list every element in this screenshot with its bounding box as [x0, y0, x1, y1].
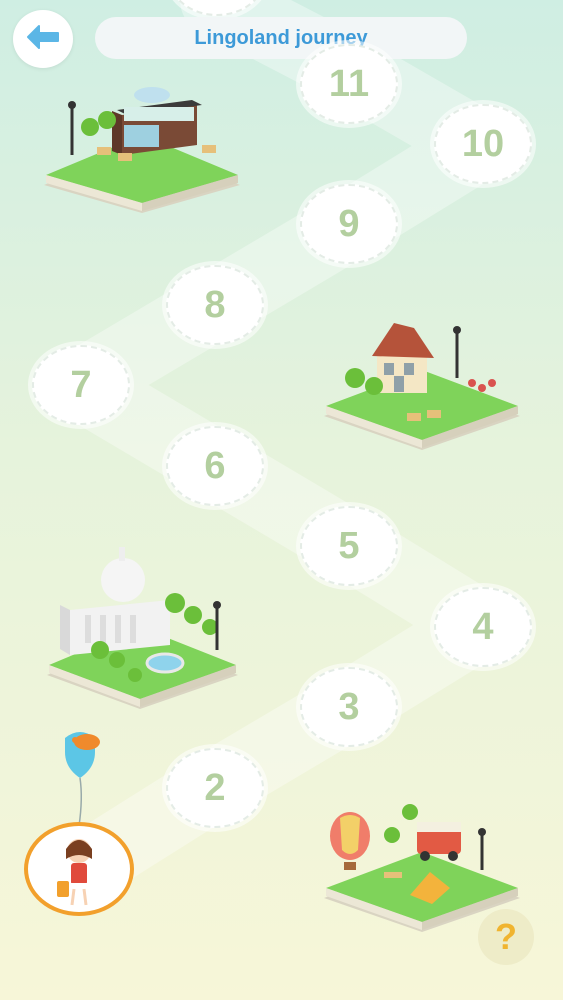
level-number: 7 [70, 363, 92, 406]
balloon-icon [65, 732, 100, 827]
traveler-girl-icon [57, 839, 92, 906]
level-number: 4 [472, 605, 494, 648]
page-title: Lingoland journey [95, 17, 467, 59]
level-5[interactable]: 5 [300, 506, 398, 586]
back-button[interactable] [13, 10, 73, 68]
level-number: 6 [204, 444, 226, 487]
capitol-island [47, 547, 238, 709]
level-number: 11 [328, 62, 370, 105]
level-2[interactable]: 2 [166, 748, 264, 828]
level-7[interactable]: 7 [32, 345, 130, 425]
help-button[interactable]: ? [478, 909, 534, 965]
avatar[interactable] [24, 822, 134, 916]
level-number: 9 [338, 202, 360, 245]
coffee-shop-island [44, 87, 240, 213]
level-number: 8 [204, 283, 226, 326]
level-number: 3 [338, 685, 360, 728]
house-island [324, 323, 520, 450]
arrow-left-icon [26, 24, 60, 55]
level-4[interactable]: 4 [434, 587, 532, 667]
level-number: 5 [338, 524, 360, 567]
level-3[interactable]: 3 [300, 667, 398, 747]
level-10[interactable]: 10 [434, 104, 532, 184]
level-11[interactable]: 11 [300, 44, 398, 124]
level-number: 2 [204, 766, 226, 809]
level-6[interactable]: 6 [166, 426, 264, 506]
header: Lingoland journey [0, 0, 563, 80]
question-mark-icon: ? [495, 916, 517, 957]
level-9[interactable]: 9 [300, 184, 398, 264]
level-number: 10 [461, 122, 505, 165]
level-8[interactable]: 8 [166, 265, 264, 345]
